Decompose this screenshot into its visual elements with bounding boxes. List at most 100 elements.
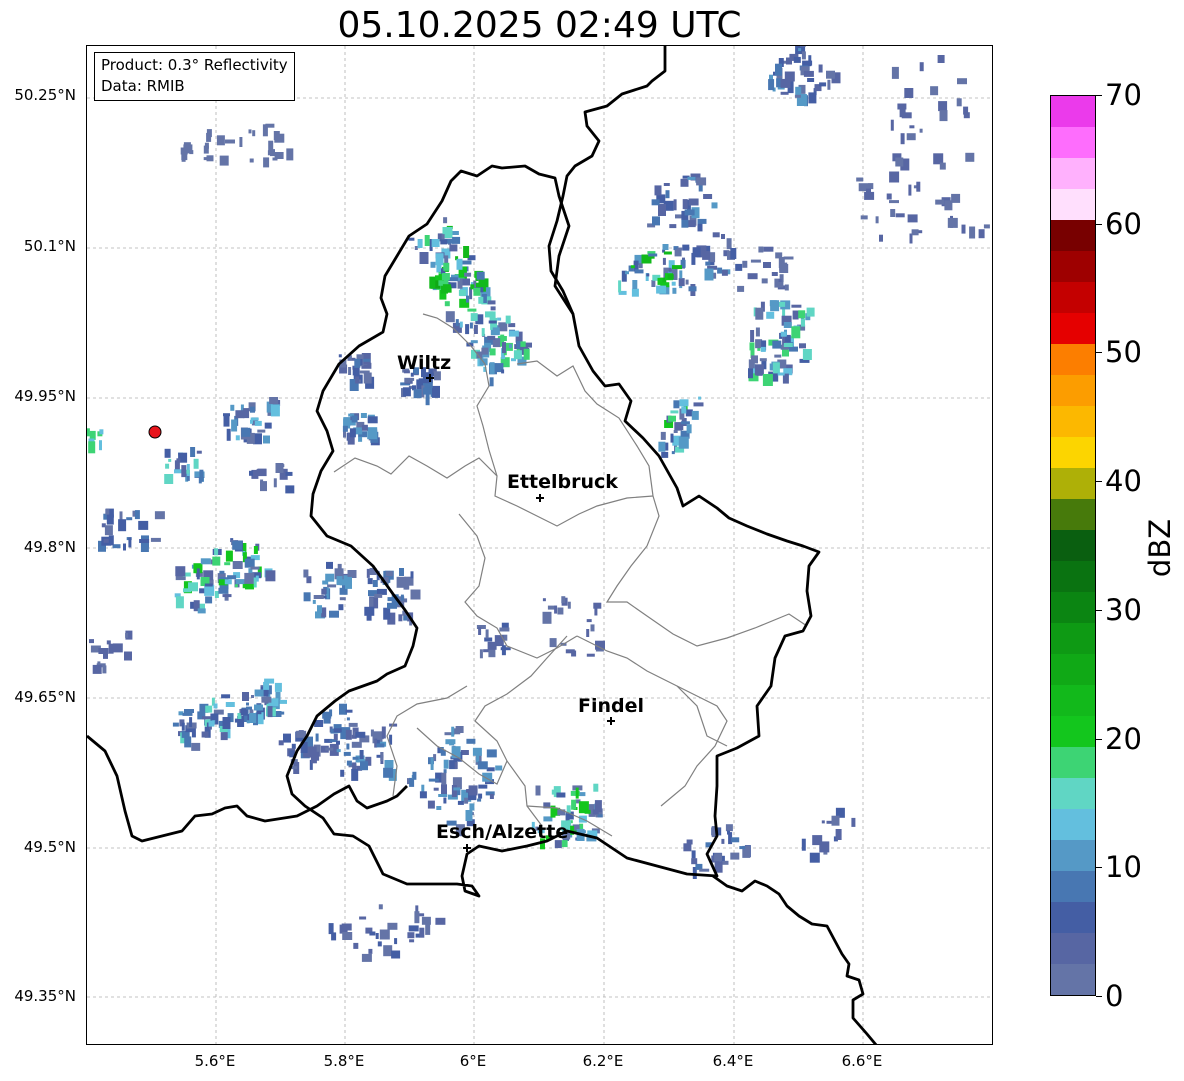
radar-echo-cell [441, 784, 447, 796]
radar-echo-cell [216, 135, 225, 146]
radar-echo-cell [391, 950, 401, 959]
radar-echo-cell [486, 749, 497, 758]
radar-echo-cell [704, 268, 714, 281]
radar-echo-cell [249, 470, 253, 476]
radar-echo-cell [254, 704, 263, 711]
radar-echo-cell [118, 519, 127, 532]
radar-echo-cell [341, 923, 352, 931]
radar-echo-cell [333, 733, 338, 740]
radar-echo-cell [99, 429, 104, 435]
radar-echo-cell [367, 416, 378, 424]
radar-echo-cell [549, 638, 557, 648]
radar-echo-cell [687, 176, 696, 180]
radar-echo-cell [285, 485, 295, 494]
radar-echo-cell [361, 953, 372, 962]
radar-echo-cell [758, 246, 764, 253]
radar-echo-cell [711, 202, 718, 209]
radar-echo-cell [489, 794, 494, 799]
radar-echo-cell [762, 374, 773, 386]
radar-echo-cell [721, 269, 728, 276]
radar-echo-cell [219, 155, 229, 166]
radar-echo-cell [436, 806, 442, 810]
radar-echo-cell [342, 932, 353, 940]
radar-echo-cell [696, 177, 707, 186]
radar-echo-cell [963, 112, 970, 119]
colorbar-tick-label: 70 [1105, 78, 1142, 112]
radar-echo-cell [387, 922, 398, 930]
radar-echo-cell [497, 317, 502, 321]
radar-echo-cell [203, 157, 210, 161]
radar-echo-cell [488, 320, 497, 324]
radar-echo-cell [502, 342, 506, 354]
radar-echo-cell [478, 784, 488, 789]
radar-echo-cell [414, 911, 420, 924]
radar-echo-cell [712, 232, 720, 238]
radar-echo-cell [793, 56, 801, 63]
radar-echo-cell [321, 588, 327, 595]
radar-echo-cell [443, 262, 450, 271]
radar-echo-cell [735, 263, 743, 271]
radar-echo-cell [750, 330, 755, 342]
radar-echo-cell [672, 265, 682, 270]
radar-echo-cell [267, 706, 273, 718]
radar-echo-cell [201, 731, 209, 738]
radar-echo-cell [234, 584, 238, 588]
radar-echo-cell [672, 287, 677, 294]
colorbar-tick [1096, 481, 1102, 482]
colorbar-segment [1051, 964, 1095, 995]
radar-echo-cell [140, 542, 149, 552]
radar-echo-cell [218, 587, 229, 594]
radar-echo-cell [383, 767, 394, 778]
radar-echo-cell [489, 362, 495, 375]
radar-echo-cell [904, 88, 914, 98]
radar-echo-cell [592, 809, 599, 815]
radar-echo-cell [699, 868, 710, 872]
radar-echo-cell [780, 331, 787, 337]
radar-echo-cell [347, 570, 357, 578]
radar-echo-cell [230, 404, 235, 411]
radar-echo-cell [98, 648, 109, 654]
radar-echo-cell [677, 247, 683, 251]
radar-echo-cell [339, 597, 346, 601]
radar-echo-cell [739, 846, 746, 850]
radar-echo-cell [651, 199, 660, 206]
radar-echo-cell [818, 64, 823, 73]
radar-echo-cell [189, 150, 194, 155]
radar-echo-cell [868, 183, 874, 190]
radar-echo-cell [625, 271, 629, 275]
radar-echo-cell [366, 568, 370, 578]
radar-echo-cell [106, 514, 114, 525]
radar-echo-cell [244, 572, 255, 584]
dbz-colorbar [1050, 95, 1096, 996]
radar-echo-cell [342, 425, 348, 432]
colorbar-tick-label: 20 [1105, 722, 1142, 756]
radar-echo-cell [731, 837, 740, 843]
radar-echo-cell [425, 922, 431, 935]
radar-echo-cell [205, 705, 213, 713]
radar-echo-cell [176, 458, 181, 463]
radar-echo-cell [213, 703, 218, 709]
radar-echo-cell [108, 535, 114, 546]
radar-echo-cell [721, 838, 725, 844]
radar-echo-cell [806, 307, 815, 317]
radar-echo-cell [175, 566, 186, 577]
radar-echo-cell [682, 199, 688, 210]
radar-echo-cell [803, 70, 814, 77]
radar-echo-cell [407, 932, 415, 939]
radar-echo-cell [777, 372, 785, 376]
radar-echo-cell [274, 133, 285, 143]
radar-echo-cell [466, 738, 476, 744]
radar-echo-cell [274, 152, 284, 159]
radar-echo-cell [671, 451, 675, 455]
radar-echo-cell [668, 267, 672, 272]
radar-echo-cell [783, 322, 792, 328]
radar-echo-cell [315, 733, 319, 742]
radar-echo-cell [351, 768, 359, 781]
radar-map[interactable]: Wiltz Ettelbruck Findel Esch/Alzette [86, 45, 993, 1045]
radar-echo-cell [663, 251, 672, 255]
radar-echo-cell [105, 508, 110, 515]
radar-echo-cell [919, 128, 923, 133]
radar-echo-cell [476, 753, 480, 763]
radar-echo-cell [358, 436, 363, 442]
radar-echo-cell [487, 641, 497, 650]
